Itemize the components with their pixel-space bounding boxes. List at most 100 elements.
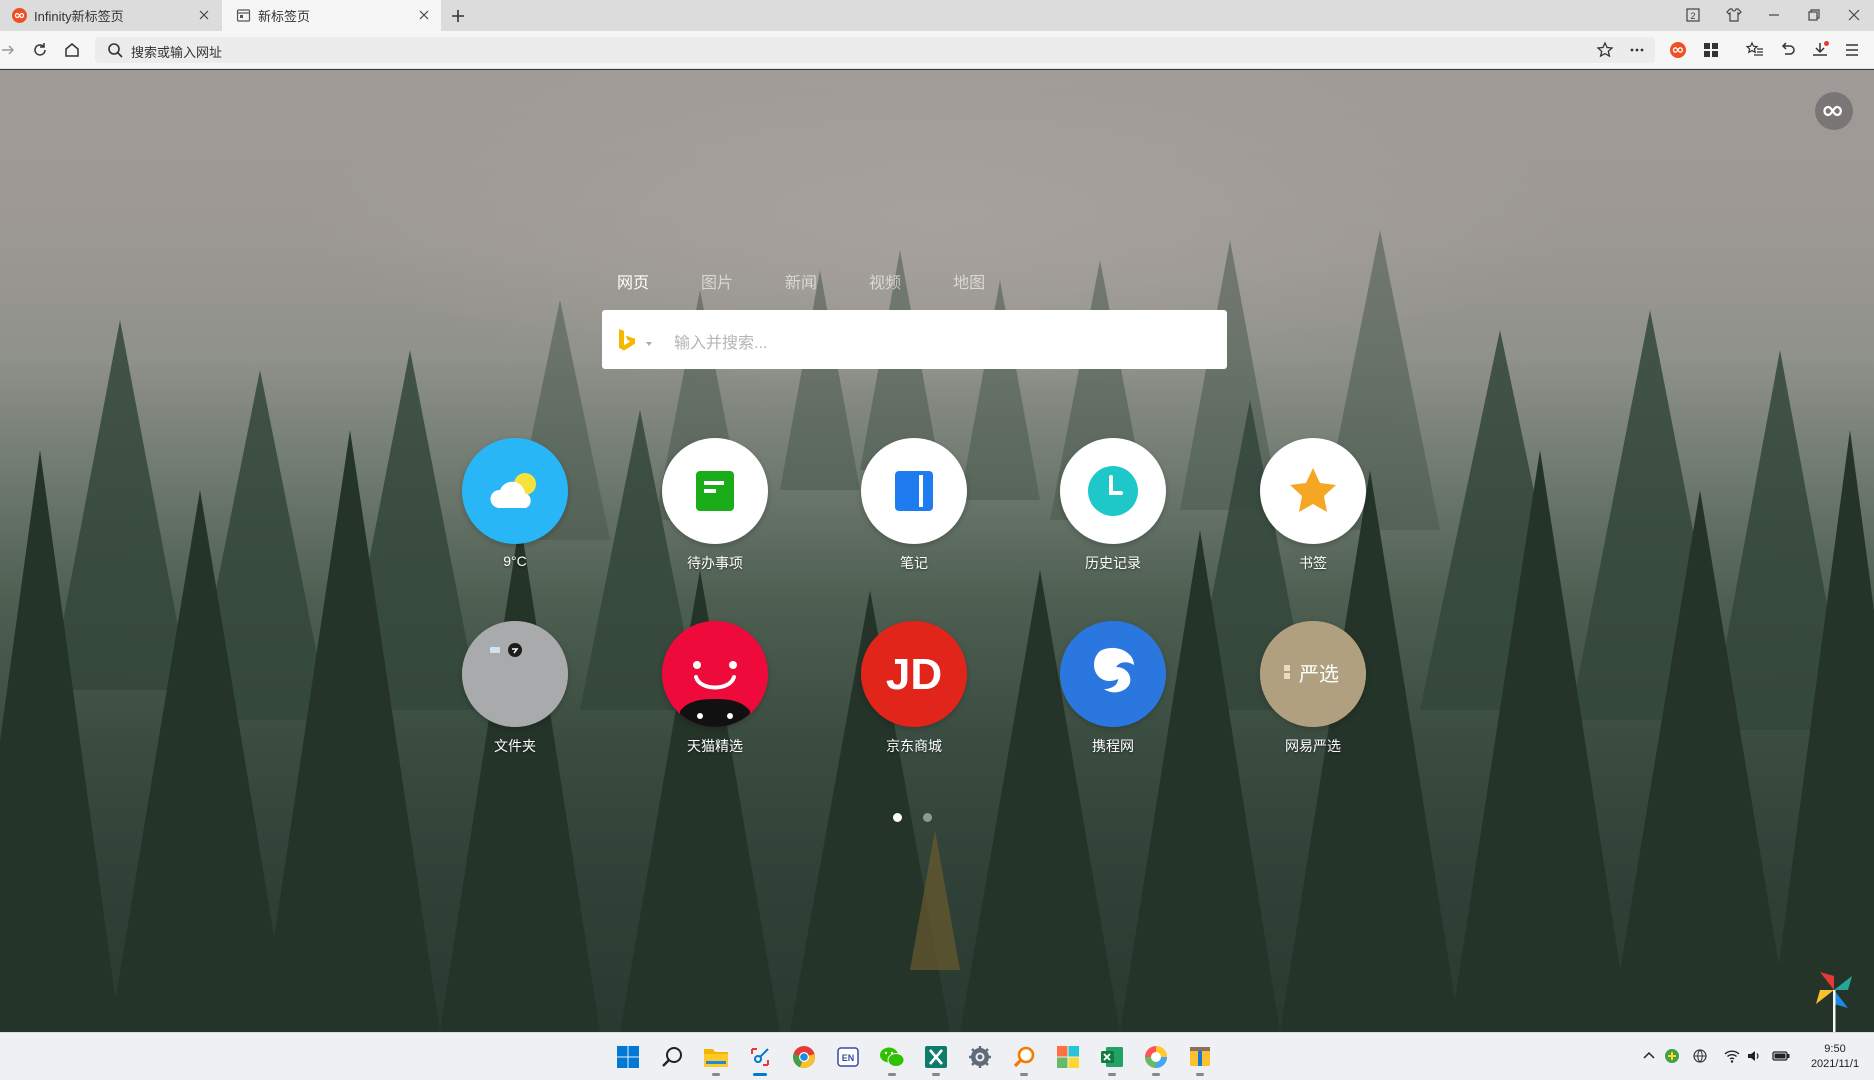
chevron-up-icon[interactable] — [1641, 1048, 1657, 1064]
page-dot-1[interactable] — [893, 813, 902, 822]
forward-icon[interactable] — [0, 41, 18, 59]
tab-news[interactable]: 新闻 — [785, 269, 817, 293]
page-icon — [236, 8, 251, 23]
close-window-icon[interactable] — [1845, 6, 1863, 24]
tile-notes[interactable]: 笔记 — [834, 438, 994, 573]
menu-icon[interactable] — [1843, 41, 1861, 59]
input-method-icon[interactable]: EN — [834, 1043, 862, 1071]
chevron-down-icon[interactable] — [645, 335, 653, 346]
wechat-icon[interactable] — [878, 1043, 906, 1076]
search-placeholder: 输入并搜索... — [674, 335, 768, 352]
tile-todo[interactable]: 待办事项 — [635, 438, 795, 573]
settings-icon[interactable] — [966, 1043, 994, 1071]
skin-icon[interactable] — [1725, 6, 1743, 24]
yanxuan-logo-text: 严选 — [1299, 662, 1339, 686]
weather-icon — [462, 438, 568, 544]
input-language-icon[interactable] — [1692, 1048, 1708, 1064]
system-clock[interactable]: 9:50 2021/11/1 — [1800, 1042, 1870, 1072]
windows-taskbar: EN 9:50 2021/11/1 — [0, 1032, 1874, 1080]
tile-weather[interactable]: 9°C — [435, 438, 595, 569]
clock-time: 9:50 — [1824, 1043, 1846, 1055]
tile-label: 待办事项 — [687, 555, 743, 571]
new-tab-plus-icon[interactable] — [448, 6, 468, 26]
svg-text:EN: EN — [842, 1053, 855, 1063]
tile-label: 9°C — [503, 553, 527, 569]
tab-videos[interactable]: 视频 — [869, 269, 901, 293]
infinity-icon — [1823, 105, 1842, 117]
tile-bookmarks[interactable]: 书签 — [1233, 438, 1393, 573]
tab-infinity[interactable]: Infinity新标签页 — [0, 0, 221, 31]
volume-icon[interactable] — [1746, 1048, 1762, 1064]
tile-label: 携程网 — [1092, 738, 1134, 754]
security-tray-icon[interactable] — [1664, 1048, 1680, 1064]
bing-icon[interactable] — [616, 328, 638, 352]
tile-label: 网易严选 — [1285, 738, 1341, 754]
tile-label: 天猫精选 — [687, 738, 743, 754]
restore-icon[interactable] — [1805, 6, 1823, 24]
infinity-extension-icon[interactable] — [1669, 41, 1687, 59]
search-tool-icon[interactable] — [1010, 1043, 1038, 1076]
tab-count-icon[interactable]: 2 — [1684, 6, 1702, 24]
tile-jd[interactable]: JD 京东商城 — [834, 621, 994, 756]
tile-tmall[interactable]: 天猫精选 — [635, 621, 795, 756]
close-icon[interactable] — [417, 8, 431, 22]
more-icon[interactable] — [1628, 41, 1646, 59]
search-box[interactable]: 输入并搜索... — [602, 310, 1227, 369]
windows-start-icon[interactable] — [614, 1043, 642, 1071]
pagination-dots — [893, 813, 953, 822]
apps-grid-icon[interactable] — [1702, 41, 1720, 59]
battery-icon[interactable] — [1772, 1048, 1790, 1064]
tile-folder[interactable]: 文件夹 — [435, 621, 595, 756]
new-tab-page: 网页 图片 新闻 视频 地图 输入并搜索... 9°C 待办事项 笔记 历史记录… — [0, 70, 1874, 1032]
tab-title: Infinity新标签页 — [34, 9, 124, 24]
tile-ctrip[interactable]: 携程网 — [1033, 621, 1193, 756]
home-icon[interactable] — [63, 41, 81, 59]
address-placeholder: 搜索或输入网址 — [131, 45, 223, 60]
close-icon[interactable] — [197, 8, 211, 22]
jd-icon: JD — [861, 621, 967, 727]
tab-web[interactable]: 网页 — [617, 269, 649, 293]
search-icon[interactable] — [658, 1043, 686, 1071]
svg-text:2: 2 — [1690, 11, 1695, 21]
notes-icon — [861, 438, 967, 544]
reload-icon[interactable] — [31, 41, 49, 59]
favorites-icon[interactable] — [1745, 41, 1764, 59]
browser-icon[interactable] — [1142, 1043, 1170, 1076]
address-bar[interactable]: 搜索或输入网址 — [95, 37, 1655, 63]
infinity-settings-button[interactable] — [1815, 92, 1853, 130]
todo-icon — [662, 438, 768, 544]
tile-label: 笔记 — [900, 555, 928, 571]
minimize-icon[interactable] — [1765, 6, 1783, 24]
tile-history[interactable]: 历史记录 — [1033, 438, 1193, 573]
undo-icon[interactable] — [1779, 41, 1797, 59]
chrome-icon[interactable] — [790, 1043, 818, 1071]
snipping-tool-icon[interactable] — [746, 1043, 774, 1076]
wifi-icon[interactable] — [1724, 1048, 1740, 1064]
tile-label: 书签 — [1299, 555, 1327, 571]
history-icon — [1060, 438, 1166, 544]
download-icon[interactable] — [1811, 41, 1829, 59]
infinity-logo-icon — [12, 8, 27, 23]
bookmark-star-outline-icon[interactable] — [1596, 41, 1614, 59]
tile-yanxuan[interactable]: 严选 网易严选 — [1233, 621, 1393, 756]
bookmark-star-icon — [1260, 438, 1366, 544]
archive-icon[interactable] — [1186, 1043, 1214, 1076]
photos-icon[interactable] — [1054, 1043, 1082, 1071]
page-dot-2[interactable] — [923, 813, 932, 822]
tab-maps[interactable]: 地图 — [953, 269, 985, 293]
search-category-tabs: 网页 图片 新闻 视频 地图 — [617, 269, 1037, 293]
xmind-icon[interactable] — [922, 1043, 950, 1076]
file-explorer-icon[interactable] — [702, 1043, 730, 1076]
folder-icon — [462, 621, 568, 727]
pinwheel-icon[interactable] — [1812, 968, 1856, 1032]
tab-newtab[interactable]: 新标签页 — [222, 0, 441, 31]
tab-title: 新标签页 — [258, 9, 311, 24]
excel-icon[interactable] — [1098, 1043, 1126, 1076]
tab-images[interactable]: 图片 — [701, 269, 733, 293]
address-toolbar: 搜索或输入网址 — [0, 31, 1874, 69]
tile-label: 京东商城 — [886, 738, 942, 754]
search-icon — [107, 42, 123, 58]
ctrip-icon — [1060, 621, 1166, 727]
tile-label: 文件夹 — [494, 738, 536, 754]
clock-date: 2021/11/1 — [1810, 1058, 1860, 1070]
